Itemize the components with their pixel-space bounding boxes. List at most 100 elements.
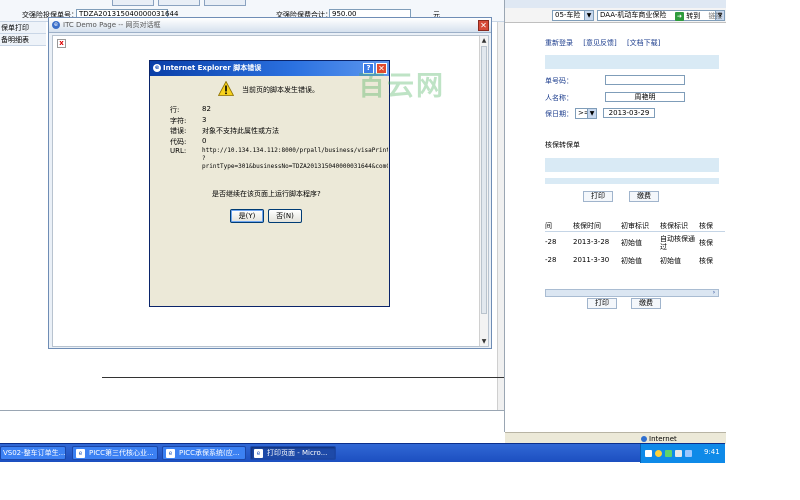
warning-icon <box>218 81 234 96</box>
left-window-scrollbar[interactable] <box>497 22 504 417</box>
close-icon[interactable]: ✕ <box>478 20 489 31</box>
taskbar-item-label: 打印页面 - Micro... <box>267 449 328 457</box>
system-tray: 9:41 <box>640 444 725 463</box>
code-value: 0 <box>202 137 207 145</box>
cell: -28 <box>545 256 557 264</box>
cell: -28 <box>545 238 557 246</box>
yes-button[interactable]: 是(Y) <box>230 209 264 223</box>
url-value: http://10.134.134.112:8000/prpall/busine… <box>202 147 388 170</box>
error-label: 错误: <box>170 127 187 135</box>
ie-icon: e <box>76 449 85 458</box>
left-window-footer <box>0 410 504 428</box>
tab-1[interactable] <box>112 0 154 6</box>
product-value: DAA-机动车商业保险 <box>600 11 667 19</box>
taskbar-item-order[interactable]: VS02-整车订单生... <box>0 446 66 460</box>
taskbar-item-picc-underwrite[interactable]: e PICC承保系统(应... <box>162 446 246 460</box>
web-dialog-titlebar[interactable]: e ITC Demo Page -- 网页对话框 ✕ <box>49 18 491 33</box>
broken-image-icon: x <box>57 39 66 48</box>
link-label[interactable]: 链接 <box>708 12 722 20</box>
line-label: 行: <box>170 106 180 114</box>
web-dialog-scrollbar[interactable]: ▲ ▼ <box>479 36 488 346</box>
network-icon[interactable] <box>655 450 662 457</box>
taskbar-item-label: VS02-整车订单生... <box>3 449 66 457</box>
arrow-right-icon: ➜ <box>675 12 684 21</box>
clock[interactable]: 9:41 <box>704 448 720 456</box>
taskbar: VS02-整车订单生... e PICC第三代核心业... e PICC承保系统… <box>0 443 725 463</box>
taskbar-item-label: PICC承保系统(应... <box>179 449 240 457</box>
policy-no-input[interactable] <box>605 75 685 85</box>
feedback-link[interactable]: [意见反馈] <box>583 39 616 47</box>
keyboard-icon[interactable] <box>645 450 652 457</box>
no-button[interactable]: 否(N) <box>268 209 302 223</box>
error-dialog-titlebar[interactable]: e Internet Explorer 脚本错误 <box>150 61 389 76</box>
tab-3[interactable] <box>204 0 246 6</box>
script-error-dialog: e Internet Explorer 脚本错误 ? ✕ 当前页的脚本发生错误。… <box>149 60 390 307</box>
chevron-down-icon[interactable]: ▼ <box>480 337 488 346</box>
insurance-type-value: 05-车险 <box>555 11 581 19</box>
error-dialog-title: Internet Explorer 脚本错误 <box>163 64 262 72</box>
continue-question: 是否继续在该页面上运行脚本程序? <box>212 190 321 198</box>
chevron-down-icon[interactable]: ▼ <box>584 11 593 20</box>
insurance-type-select[interactable]: 05-车险 ▼ <box>552 10 594 21</box>
ie-icon: e <box>254 449 263 458</box>
relogin-link[interactable]: 重新登录 <box>545 39 573 47</box>
cell: 初始值 <box>660 257 681 265</box>
download-link[interactable]: [文档下载] <box>627 39 660 47</box>
chevron-right-icon[interactable]: › <box>710 289 718 297</box>
section-header-band <box>545 55 719 69</box>
messenger-icon[interactable] <box>685 450 692 457</box>
chevron-down-icon[interactable]: ▼ <box>587 109 596 118</box>
section-title: 核保转保单 <box>545 141 580 149</box>
watermark: 百云网 <box>358 71 445 102</box>
print-button-bottom[interactable]: 打印 <box>587 298 617 309</box>
globe-icon <box>641 436 647 442</box>
policy-no-label: 单号码： <box>545 77 573 85</box>
cell: 核保 <box>699 239 713 247</box>
taskbar-item-print-page[interactable]: e 打印页面 - Micro... <box>250 446 336 460</box>
code-label: 代码: <box>170 138 187 146</box>
cell: 初始值 <box>621 257 642 265</box>
taskbar-item-label: PICC第三代核心业... <box>89 449 154 457</box>
ie-icon: e <box>166 449 175 458</box>
results-table-header: 间 核保时间 初审标识 核保标识 核保 <box>545 218 725 232</box>
cell: 初始值 <box>621 239 642 247</box>
col-header-uw: 核保 <box>699 222 713 230</box>
col-header-time: 间 <box>545 222 552 230</box>
left-menu: 保单打印 备明细表 <box>0 22 46 46</box>
table-horizontal-scrollbar[interactable]: › <box>545 289 719 297</box>
go-button[interactable]: ➜ 转到 链接 <box>675 11 722 21</box>
right-top-strip <box>505 0 726 8</box>
date-input[interactable]: 2013-03-29 <box>603 108 655 118</box>
pay-button[interactable]: 缴费 <box>629 191 659 202</box>
pay-button-bottom[interactable]: 缴费 <box>631 298 661 309</box>
internet-zone-label: Internet <box>649 435 677 443</box>
volume-icon[interactable] <box>675 450 682 457</box>
menu-item-detail-table[interactable]: 备明细表 <box>0 34 46 46</box>
web-dialog-title: ITC Demo Page -- 网页对话框 <box>63 21 161 29</box>
ie-icon: e <box>52 21 60 29</box>
cell: 2011-3-30 <box>573 256 610 264</box>
error-message: 当前页的脚本发生错误。 <box>242 86 319 94</box>
url-label: URL: <box>170 147 187 155</box>
ie-icon: e <box>153 64 161 72</box>
top-links: 重新登录 [意见反馈] [文档下载] <box>545 38 668 48</box>
insured-name-input[interactable]: 周艳明 <box>605 92 685 102</box>
date-operator-select[interactable]: >= ▼ <box>575 108 597 119</box>
chevron-up-icon[interactable]: ▲ <box>480 36 488 45</box>
top-tabs <box>112 0 250 6</box>
section-band-2 <box>545 178 719 184</box>
cell: 核保 <box>699 257 713 265</box>
menu-item-policy-print[interactable]: 保单打印 <box>0 22 46 34</box>
go-label: 转到 <box>686 12 701 20</box>
col-header-uw-time: 核保时间 <box>573 222 601 230</box>
col-header-uw-flag: 核保标识 <box>660 222 688 230</box>
cell: 2013-3-28 <box>573 238 610 246</box>
print-button[interactable]: 打印 <box>583 191 613 202</box>
error-value: 对象不支持此属性或方法 <box>202 127 279 135</box>
tab-2[interactable] <box>158 0 200 6</box>
scroll-thumb[interactable] <box>481 46 487 314</box>
insured-name-label: 人名称： <box>545 94 573 102</box>
taskbar-item-picc-core[interactable]: e PICC第三代核心业... <box>72 446 158 460</box>
date-label: 保日期： <box>545 110 573 118</box>
security-icon[interactable] <box>665 450 672 457</box>
